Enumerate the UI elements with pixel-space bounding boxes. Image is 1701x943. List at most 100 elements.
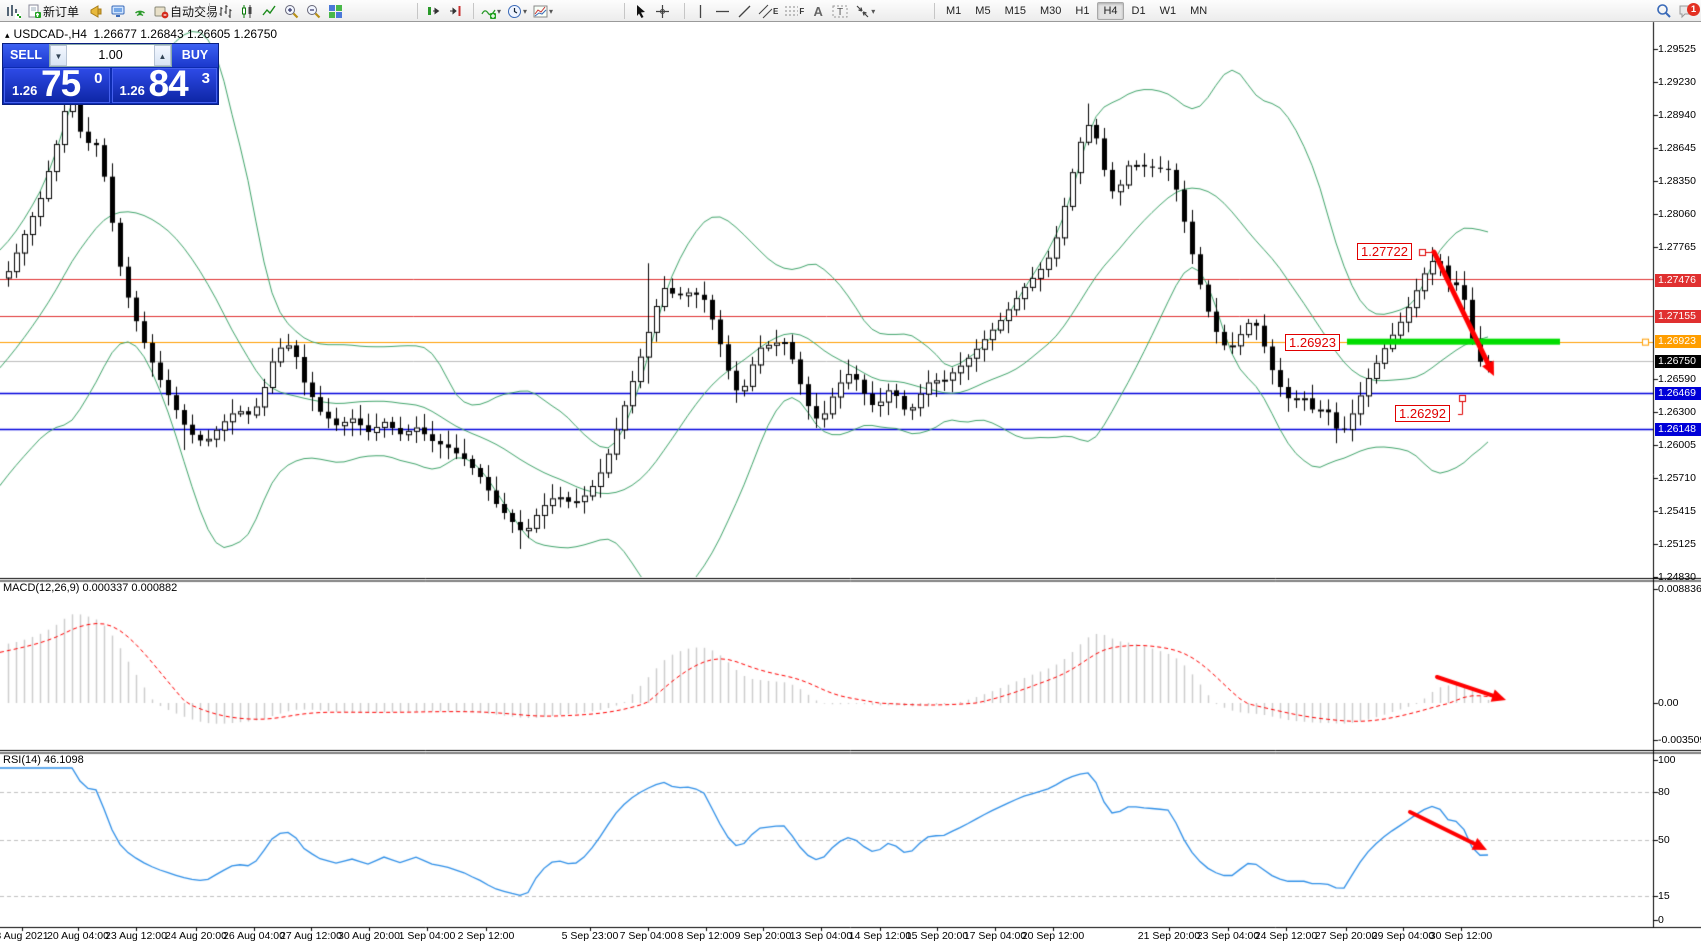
- tile-windows-icon: [328, 4, 343, 19]
- templates-button[interactable]: ▾: [530, 1, 556, 21]
- zoom-in-button[interactable]: [280, 1, 302, 21]
- auto-scroll-button[interactable]: [422, 1, 444, 21]
- one-click-trading-panel: SELL ▼ 1.00 ▲ BUY 1.26 75 0 1.26 84 3: [2, 43, 219, 105]
- bar-chart-button[interactable]: [214, 1, 236, 21]
- cursor-button[interactable]: [629, 1, 651, 21]
- fibonacci-button[interactable]: F: [781, 1, 807, 21]
- separator: [209, 3, 210, 19]
- timeframe-button-w1[interactable]: W1: [1154, 2, 1183, 20]
- auto-trading-icon: [154, 4, 169, 19]
- price-tick-label: 1.28645: [1658, 142, 1696, 154]
- timeframe-button-d1[interactable]: D1: [1126, 2, 1152, 20]
- toolbar-group-insert: ▾ ▾ ▾: [469, 0, 556, 22]
- search-button[interactable]: [1653, 1, 1675, 21]
- text-icon: A: [814, 4, 823, 19]
- price-annotation-box[interactable]: 1.27722: [1357, 243, 1412, 260]
- timeframe-button-m5[interactable]: M5: [969, 2, 996, 20]
- toolbar-group-charttype: [205, 0, 346, 22]
- new-chart-button[interactable]: [2, 1, 24, 21]
- rsi-tick-label: 15: [1658, 890, 1670, 902]
- price-annotation-box[interactable]: 1.26923: [1285, 334, 1340, 351]
- crosshair-icon: [655, 4, 670, 19]
- rsi-tick-label: 100: [1658, 754, 1676, 766]
- price-badge: 1.26469: [1655, 387, 1701, 400]
- price-annotation-box[interactable]: 1.26292: [1395, 405, 1450, 422]
- mt4-window: 新订单 自动交易: [0, 0, 1701, 943]
- channel-letter: E: [773, 7, 778, 16]
- timeframe-button-h4[interactable]: H4: [1097, 2, 1123, 20]
- trendline-button[interactable]: [733, 1, 755, 21]
- text-label-button[interactable]: T: [829, 1, 852, 21]
- price-badge: 1.26148: [1655, 423, 1701, 436]
- dropdown-caret: ▾: [549, 7, 553, 16]
- macd-tick-label: 0.008836: [1658, 583, 1701, 595]
- candlestick-chart-button[interactable]: [236, 1, 258, 21]
- buy-price-prefix: 1.26: [120, 83, 145, 98]
- text-button[interactable]: A: [807, 1, 829, 21]
- timeframe-button-m30[interactable]: M30: [1034, 2, 1067, 20]
- toolbar-group-right: 1: [1653, 0, 1697, 22]
- chart-shift-button[interactable]: [444, 1, 466, 21]
- channel-button[interactable]: E: [755, 1, 781, 21]
- trendline-icon: [737, 4, 752, 19]
- separator: [417, 3, 418, 19]
- zoom-out-icon: [306, 4, 321, 19]
- rsi-label: RSI(14) 46.1098: [3, 754, 84, 766]
- sell-price-prefix: 1.26: [12, 83, 37, 98]
- timeframe-button-mn[interactable]: MN: [1184, 2, 1213, 20]
- indicators-button[interactable]: ▾: [478, 1, 504, 21]
- macd-tick-label: 0.00: [1658, 697, 1678, 709]
- fibonacci-icon: [784, 4, 799, 19]
- signals-button[interactable]: [129, 1, 151, 21]
- tile-windows-button[interactable]: [324, 1, 346, 21]
- macd-tick-label: -0.003509: [1658, 734, 1701, 746]
- fibo-letter: F: [799, 7, 804, 16]
- macd-label: MACD(12,26,9) 0.000337 0.000882: [3, 582, 177, 594]
- zoom-out-button[interactable]: [302, 1, 324, 21]
- price-tick-label: 1.25125: [1658, 538, 1696, 550]
- price-tick-label: 1.29525: [1658, 43, 1696, 55]
- buy-price-panel[interactable]: 1.26 84 3: [112, 68, 218, 103]
- chart-canvas[interactable]: [0, 0, 1701, 943]
- price-badge: 1.26750: [1655, 355, 1701, 368]
- toolbar-group-cursor: [620, 0, 673, 22]
- timeframe-button-m15[interactable]: M15: [999, 2, 1032, 20]
- notifications-button[interactable]: 1: [1675, 1, 1697, 21]
- timeframe-button-m1[interactable]: M1: [940, 2, 967, 20]
- vertical-line-button[interactable]: [689, 1, 711, 21]
- arrows-icon: [855, 4, 870, 19]
- sell-price-panel[interactable]: 1.26 75 0: [4, 68, 110, 103]
- rsi-tick-label: 50: [1658, 834, 1670, 846]
- toolbar-group-scroll: [413, 0, 466, 22]
- zoom-in-icon: [284, 4, 299, 19]
- cursor-icon: [633, 4, 648, 19]
- terminal-button[interactable]: [107, 1, 129, 21]
- timeframe-button-h1[interactable]: H1: [1069, 2, 1095, 20]
- new-order-button[interactable]: 新订单: [24, 1, 85, 21]
- horn-icon: [89, 4, 104, 19]
- symbol-period: USDCAD-,H4: [14, 27, 87, 41]
- rsi-tick-label: 80: [1658, 786, 1670, 798]
- sell-price-big: 75: [41, 63, 80, 105]
- line-chart-button[interactable]: [258, 1, 280, 21]
- alerts-button[interactable]: [85, 1, 107, 21]
- arrows-button[interactable]: ▾: [852, 1, 878, 21]
- price-tick-label: 1.25415: [1658, 505, 1696, 517]
- horizontal-line-button[interactable]: [711, 1, 733, 21]
- price-tick-label: 1.27765: [1658, 241, 1696, 253]
- sell-price-sup: 0: [94, 70, 102, 87]
- chart-title: ▴USDCAD-,H4 1.26677 1.26843 1.26605 1.26…: [5, 27, 277, 41]
- dropdown-caret: ▾: [497, 7, 501, 16]
- vertical-line-icon: [693, 4, 708, 19]
- buy-price-sup: 3: [202, 70, 210, 87]
- separator: [473, 3, 474, 19]
- timeframe-buttons: M1M5M15M30H1H4D1W1MN: [939, 2, 1214, 20]
- collapse-marker-icon[interactable]: ▴: [5, 30, 10, 40]
- price-tick-label: 1.28060: [1658, 208, 1696, 220]
- crosshair-button[interactable]: [651, 1, 673, 21]
- separator: [624, 3, 625, 19]
- time-tick-label: 30 Sep 12:00: [1416, 930, 1506, 942]
- dropdown-caret: ▾: [871, 7, 875, 16]
- new-order-label: 新订单: [43, 3, 79, 20]
- periods-button[interactable]: ▾: [504, 1, 530, 21]
